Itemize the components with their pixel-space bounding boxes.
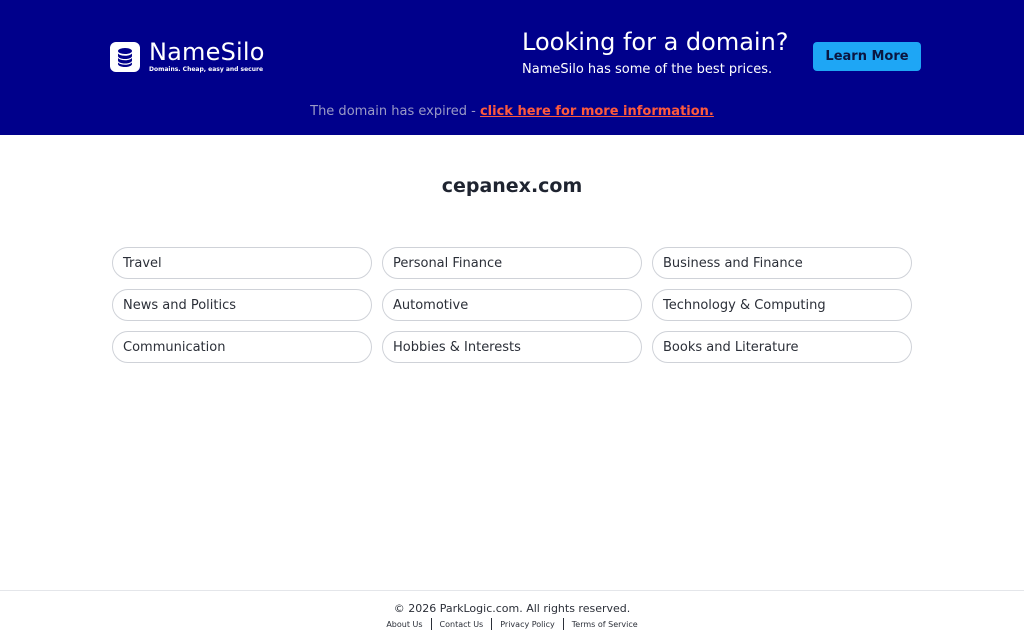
header-banner: NameSilo Domains. Cheap, easy and secure… <box>0 0 1024 135</box>
category-news-and-politics[interactable]: News and Politics <box>112 289 372 321</box>
contact-us-link[interactable]: Contact Us <box>432 620 492 629</box>
terms-of-service-link[interactable]: Terms of Service <box>564 620 646 629</box>
privacy-policy-link[interactable]: Privacy Policy <box>492 620 563 629</box>
footer: © 2026 ParkLogic.com. All rights reserve… <box>0 590 1024 641</box>
category-travel[interactable]: Travel <box>112 247 372 279</box>
promo-title: Looking for a domain? <box>522 28 789 56</box>
expired-notice: The domain has expired - click here for … <box>0 103 1024 120</box>
logo-name: NameSilo <box>149 38 265 66</box>
category-communication[interactable]: Communication <box>112 331 372 363</box>
copyright-text: © 2026 ParkLogic.com. All rights reserve… <box>393 602 631 615</box>
promo-subtitle: NameSilo has some of the best prices. <box>522 62 773 77</box>
category-technology-computing[interactable]: Technology & Computing <box>652 289 912 321</box>
about-us-link[interactable]: About Us <box>378 620 430 629</box>
category-business-and-finance[interactable]: Business and Finance <box>652 247 912 279</box>
namesilo-logo[interactable]: NameSilo Domains. Cheap, easy and secure <box>110 39 265 74</box>
category-automotive[interactable]: Automotive <box>382 289 642 321</box>
promo-block: Looking for a domain? NameSilo has some … <box>522 27 789 79</box>
footer-links: About Us Contact Us Privacy Policy Terms… <box>0 618 1024 630</box>
learn-more-button[interactable]: Learn More <box>813 42 921 71</box>
domain-title: cepanex.com <box>441 175 583 197</box>
expired-text: The domain has expired - <box>310 104 480 119</box>
more-information-link[interactable]: click here for more information. <box>480 104 714 119</box>
category-hobbies-interests[interactable]: Hobbies & Interests <box>382 331 642 363</box>
category-personal-finance[interactable]: Personal Finance <box>382 247 642 279</box>
logo-text: NameSilo Domains. Cheap, easy and secure <box>149 39 265 74</box>
category-grid: Travel Personal Finance Business and Fin… <box>112 247 912 363</box>
database-icon <box>110 41 140 72</box>
logo-tagline: Domains. Cheap, easy and secure <box>149 66 264 73</box>
category-books-and-literature[interactable]: Books and Literature <box>652 331 912 363</box>
